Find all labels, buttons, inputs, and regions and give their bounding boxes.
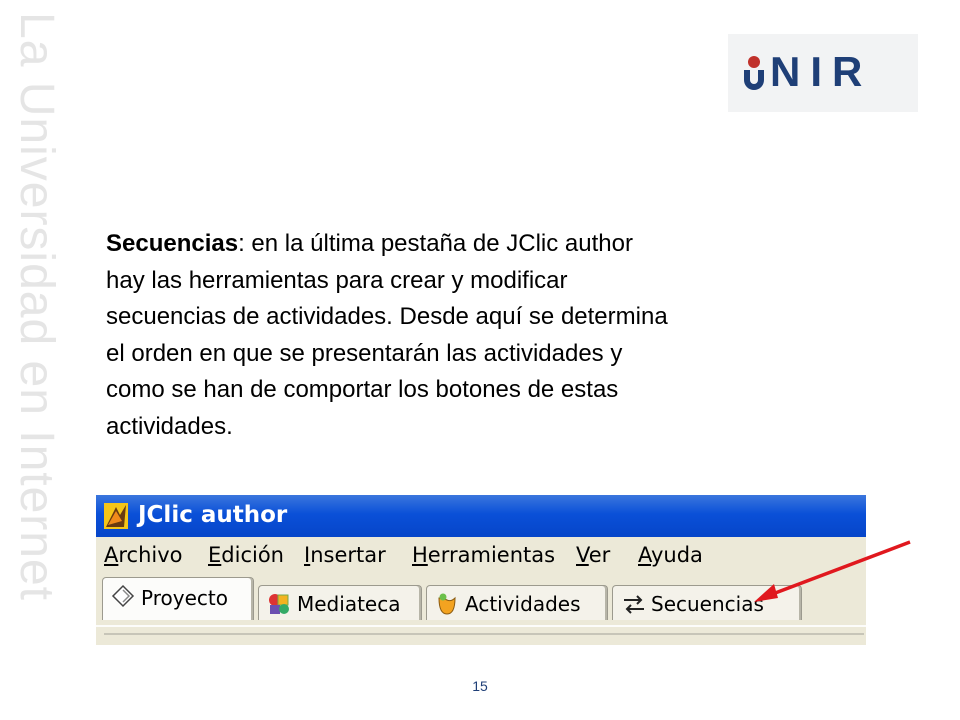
tab-proyecto[interactable]: Proyecto xyxy=(102,577,254,620)
tab-actividades[interactable]: Actividades xyxy=(426,585,608,620)
menu-ver[interactable]: Ver xyxy=(576,543,610,567)
menu-archivo[interactable]: Archivo xyxy=(104,543,183,567)
jclic-app-icon xyxy=(104,503,128,529)
tab-mediateca[interactable]: Mediateca xyxy=(258,585,422,620)
panel-edge xyxy=(96,625,866,645)
paragraph-line: actividades. xyxy=(106,412,233,440)
logo-text: NIR xyxy=(770,48,873,95)
unir-logo: NIR xyxy=(728,34,918,112)
paragraph-line: hay las herramientas para crear y modifi… xyxy=(106,266,568,294)
paragraph-keyword: Secuencias xyxy=(106,230,239,257)
paragraph-line: : en la última pestaña de JClic author xyxy=(238,230,633,257)
media-library-icon xyxy=(269,594,289,614)
logo-mark-icon xyxy=(744,56,764,90)
tab-label: Proyecto xyxy=(141,586,228,610)
window-title-bar: JClic author xyxy=(96,495,866,537)
paragraph-line: el orden en que se presentarán las activ… xyxy=(106,339,623,367)
paragraph-line: como se han de comportar los botones de … xyxy=(106,376,619,403)
menu-edicion[interactable]: Edición xyxy=(208,543,284,567)
sequences-icon xyxy=(624,595,644,614)
menu-insertar[interactable]: Insertar xyxy=(304,543,386,567)
menu-ayuda[interactable]: Ayuda xyxy=(638,543,703,567)
page-number: 15 xyxy=(472,678,488,694)
window-title: JClic author xyxy=(138,502,288,528)
activities-icon xyxy=(438,593,456,615)
project-icon xyxy=(111,584,135,608)
menu-herramientas[interactable]: Herramientas xyxy=(412,543,555,567)
red-arrow-icon xyxy=(754,540,911,602)
tab-label: Mediateca xyxy=(297,592,401,616)
tab-label: Actividades xyxy=(465,592,581,616)
slide-paragraph: Secuencias: en la última pestaña de JCli… xyxy=(106,226,836,445)
watermark-text: La Universidad en Internet xyxy=(10,12,63,602)
paragraph-line: secuencias de actividades. Desde aquí se… xyxy=(106,303,668,330)
